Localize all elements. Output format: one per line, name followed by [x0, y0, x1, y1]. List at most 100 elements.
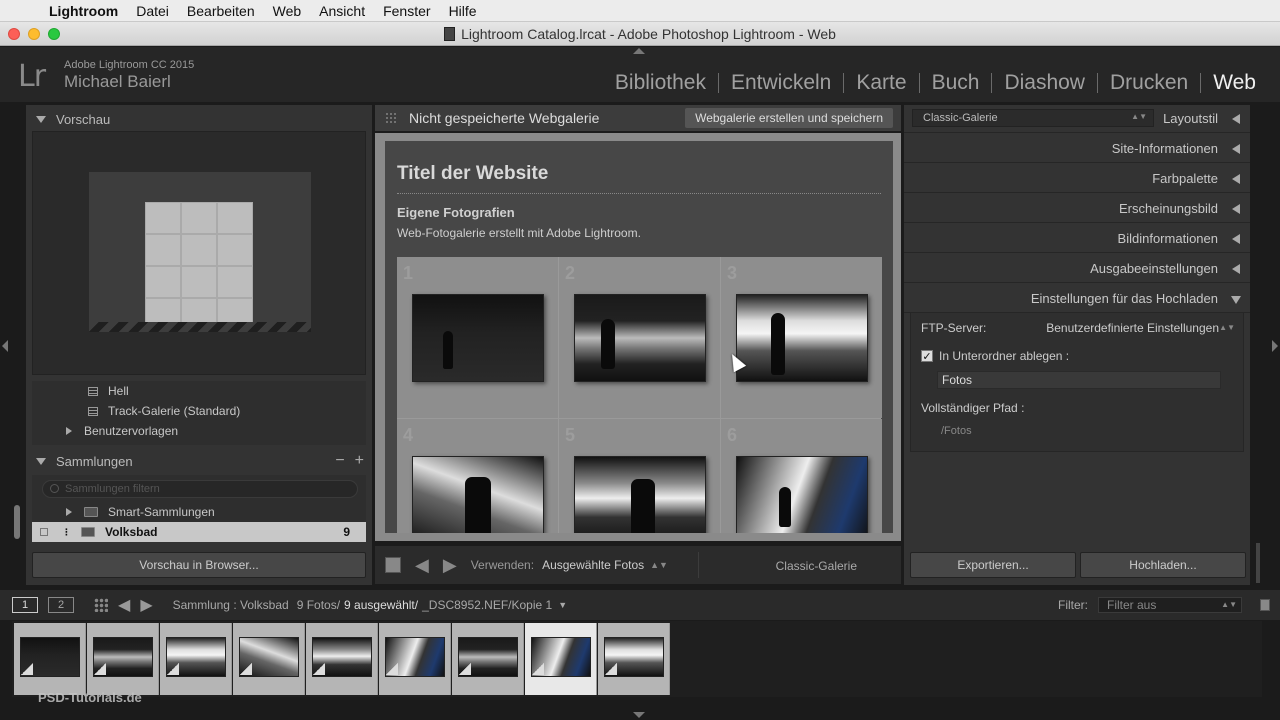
- menu-datei[interactable]: Datei: [127, 3, 178, 19]
- template-item-hell[interactable]: Hell: [88, 381, 129, 401]
- subfolder-checkbox-row[interactable]: ✓ In Unterordner ablegen :: [921, 349, 1069, 363]
- photo-thumbnail[interactable]: [412, 456, 544, 533]
- thumbnail-grid: 1 2 3 4 5 6: [397, 257, 882, 533]
- grid-cell[interactable]: 5: [559, 419, 720, 533]
- back-arrow-icon[interactable]: ◀: [118, 595, 130, 615]
- forward-arrow-icon[interactable]: ▶: [140, 595, 152, 615]
- left-panel-scrollbar[interactable]: [14, 505, 20, 539]
- full-path-label: Vollständiger Pfad :: [921, 401, 1025, 415]
- upload-button[interactable]: Hochladen...: [1080, 552, 1246, 578]
- grid-view-icon[interactable]: [94, 598, 108, 612]
- collection-title[interactable]: Eigene Fotografien: [397, 205, 515, 220]
- previous-photo-icon[interactable]: ◀: [415, 555, 429, 576]
- product-name: Adobe Lightroom CC 2015: [64, 59, 195, 71]
- photo-thumbnail[interactable]: [412, 294, 544, 382]
- collapse-filmstrip-icon[interactable]: [633, 712, 645, 718]
- use-label: Verwenden:: [470, 558, 535, 572]
- collections-panel-header[interactable]: Sammlungen − +: [26, 449, 372, 473]
- section-ausgabeeinstellungen[interactable]: Ausgabeeinstellungen: [904, 255, 1250, 283]
- collections-panel-title: Sammlungen: [56, 453, 133, 469]
- subfolder-checkbox[interactable]: ✓: [921, 350, 933, 363]
- section-erscheinungsbild[interactable]: Erscheinungsbild: [904, 195, 1250, 223]
- preview-panel-header[interactable]: Vorschau: [26, 107, 372, 131]
- module-entwickeln[interactable]: Entwickeln: [719, 71, 843, 95]
- menu-lightroom[interactable]: Lightroom: [40, 3, 127, 19]
- photo-thumbnail[interactable]: [736, 294, 868, 382]
- filter-lock-icon[interactable]: [1260, 599, 1270, 611]
- filmstrip-thumbnail[interactable]: [160, 623, 232, 695]
- module-web[interactable]: Web: [1201, 71, 1268, 95]
- photo-thumbnail[interactable]: [574, 294, 706, 382]
- section-bildinformationen[interactable]: Bildinformationen: [904, 225, 1250, 253]
- filmstrip-thumbnail[interactable]: [379, 623, 451, 695]
- menu-bearbeiten[interactable]: Bearbeiten: [178, 3, 264, 19]
- module-karte[interactable]: Karte: [844, 71, 918, 95]
- module-drucken[interactable]: Drucken: [1098, 71, 1200, 95]
- collapse-top-panel-icon[interactable]: [633, 48, 645, 54]
- template-folder-benutzervorlagen[interactable]: Benutzervorlagen: [66, 421, 178, 441]
- collections-search-input[interactable]: Sammlungen filtern: [42, 480, 358, 498]
- photo-thumbnail[interactable]: [574, 456, 706, 533]
- filmstrip-thumbnail-active[interactable]: [525, 623, 597, 695]
- grid-cell[interactable]: 3: [721, 257, 882, 418]
- export-button[interactable]: Exportieren...: [910, 552, 1076, 578]
- right-panel-scrollbar[interactable]: [1256, 543, 1260, 583]
- filmstrip-thumbnail[interactable]: [14, 623, 86, 695]
- menu-ansicht[interactable]: Ansicht: [310, 3, 374, 19]
- menu-web[interactable]: Web: [264, 3, 311, 19]
- grid-cell[interactable]: 2: [559, 257, 720, 418]
- grid-cell[interactable]: 6: [721, 419, 882, 533]
- collection-description[interactable]: Web-Fotogalerie erstellt mit Adobe Light…: [397, 226, 641, 240]
- use-photos-select[interactable]: Ausgewählte Fotos: [542, 558, 644, 572]
- collection-volksbad[interactable]: ⋮ Volksbad 9: [32, 522, 366, 542]
- subfolder-input[interactable]: Fotos: [937, 371, 1221, 389]
- section-site-informationen[interactable]: Site-Informationen: [904, 135, 1250, 163]
- ftp-server-select[interactable]: Benutzerdefinierte Einstellungen: [1046, 321, 1219, 335]
- chevron-down-icon[interactable]: ▼: [558, 600, 567, 610]
- menu-hilfe[interactable]: Hilfe: [440, 3, 486, 19]
- section-einstellungen-hochladen[interactable]: Einstellungen für das Hochladen: [904, 285, 1250, 313]
- main-window-button[interactable]: 1: [12, 597, 38, 613]
- target-collection-checkbox[interactable]: [40, 528, 48, 536]
- module-bibliothek[interactable]: Bibliothek: [603, 71, 718, 95]
- template-preview-page: [89, 172, 311, 332]
- collapse-right-panel-icon[interactable]: [1272, 340, 1278, 352]
- collection-set-icon: [84, 507, 98, 517]
- left-panel: Vorschau Hell Track-Galerie (Standard) B…: [26, 105, 372, 585]
- window-title: Lightroom Catalog.lrcat - Adobe Photosho…: [461, 25, 836, 42]
- site-title[interactable]: Titel der Website: [397, 163, 548, 185]
- second-window-button[interactable]: 2: [48, 597, 74, 613]
- zoom-window-button[interactable]: [48, 28, 60, 40]
- section-farbpalette[interactable]: Farbpalette: [904, 165, 1250, 193]
- remove-collection-icon[interactable]: −: [335, 452, 344, 470]
- photo-thumbnail[interactable]: [736, 456, 868, 533]
- template-item-track-galerie[interactable]: Track-Galerie (Standard): [88, 401, 240, 421]
- collection-actions: − +: [335, 452, 364, 470]
- filmstrip: [12, 621, 1262, 697]
- disclosure-left-icon: [1232, 114, 1240, 124]
- module-diashow[interactable]: Diashow: [992, 71, 1097, 95]
- grid-cell[interactable]: 4: [397, 419, 558, 533]
- menu-fenster[interactable]: Fenster: [374, 3, 439, 19]
- filter-select[interactable]: Filter aus ▲▼: [1098, 597, 1242, 613]
- preview-in-browser-button[interactable]: Vorschau in Browser...: [32, 552, 366, 578]
- filmstrip-thumbnail[interactable]: [233, 623, 305, 695]
- section-layoutstil[interactable]: Layoutstil: [904, 105, 1250, 133]
- close-window-button[interactable]: [8, 28, 20, 40]
- add-collection-icon[interactable]: +: [355, 452, 364, 470]
- filmstrip-thumbnail[interactable]: [87, 623, 159, 695]
- next-photo-icon[interactable]: ▶: [443, 555, 457, 576]
- disclosure-left-icon: [1232, 174, 1240, 184]
- minimize-window-button[interactable]: [28, 28, 40, 40]
- collapse-left-panel-icon[interactable]: [2, 340, 8, 352]
- ftp-server-row[interactable]: FTP-Server: Benutzerdefinierte Einstellu…: [911, 313, 1245, 341]
- module-buch[interactable]: Buch: [920, 71, 992, 95]
- filmstrip-thumbnail[interactable]: [452, 623, 524, 695]
- filmstrip-thumbnail[interactable]: [306, 623, 378, 695]
- stop-icon[interactable]: [385, 557, 401, 573]
- create-save-gallery-button[interactable]: Webgalerie erstellen und speichern: [685, 108, 893, 128]
- filmstrip-thumbnail[interactable]: [598, 623, 670, 695]
- collection-smart-sammlungen[interactable]: Smart-Sammlungen: [32, 502, 366, 522]
- source-breadcrumb[interactable]: Sammlung : Volksbad: [173, 598, 289, 612]
- grid-cell[interactable]: 1: [397, 257, 558, 418]
